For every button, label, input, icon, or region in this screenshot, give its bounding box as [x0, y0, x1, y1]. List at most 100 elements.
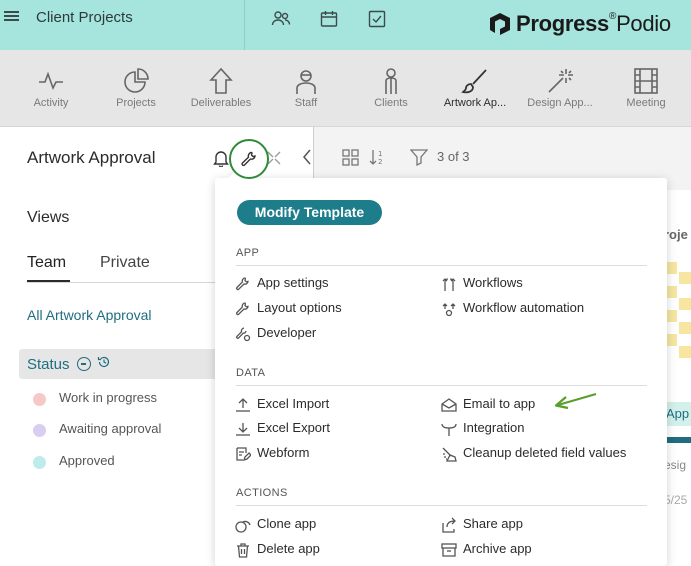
menu-item-label: Clone app	[257, 516, 317, 531]
app-settings-dropdown	[215, 178, 667, 566]
status-option-label: Awaiting approval	[59, 421, 162, 436]
export-icon	[236, 423, 250, 436]
app-label: Clients	[374, 97, 408, 109]
menu-item-label: Excel Import	[257, 396, 330, 411]
status-color-dot	[33, 456, 46, 469]
svg-text:2: 2	[378, 158, 382, 166]
webform-icon	[236, 447, 251, 462]
app-label: Design App...	[527, 97, 593, 109]
magic-wand-icon	[548, 69, 573, 93]
calendar-icon[interactable]	[319, 9, 339, 29]
menu-item-label: Workflow automation	[463, 300, 585, 315]
layout-grid-icon[interactable]	[342, 149, 360, 167]
archive-icon	[441, 543, 457, 557]
menu-item-label: Cleanup deleted field values	[463, 445, 627, 460]
menu-item-label: Excel Export	[257, 420, 330, 435]
developer-icon	[236, 327, 251, 342]
app-deliverables[interactable]: Deliverables	[186, 50, 256, 127]
collapse-minus-icon[interactable]	[77, 357, 91, 371]
menu-item-label: Delete app	[257, 541, 320, 556]
card-title-fragment: roje	[664, 227, 688, 242]
section-title-app: APP	[236, 247, 260, 259]
app-artwork-approval[interactable]: Artwork Ap...	[438, 50, 512, 127]
people-icon[interactable]	[271, 9, 291, 29]
app-settings-wrench-button[interactable]	[229, 139, 269, 179]
activity-icon	[39, 71, 63, 91]
card-app-badge: App	[664, 402, 691, 426]
wrench-icon	[236, 277, 249, 291]
app-projects[interactable]: Projects	[106, 50, 166, 127]
section-title-actions: ACTIONS	[236, 487, 288, 499]
history-icon[interactable]	[97, 355, 111, 369]
section-title-data: DATA	[236, 367, 266, 379]
app-activity[interactable]: Activity	[22, 50, 80, 127]
sort-icon[interactable]: 12	[369, 148, 387, 166]
menu-item-label: Share app	[463, 516, 523, 531]
status-option-label: Work in progress	[59, 390, 158, 405]
all-items-view-link[interactable]: All Artwork Approval	[27, 307, 152, 323]
app-design-approval[interactable]: Design App...	[522, 50, 598, 127]
top-bar: Client Projects Progress®Podio	[0, 0, 691, 50]
menu-item-label: Layout options	[257, 300, 342, 315]
logo-word-podio: Podio	[616, 11, 671, 36]
menu-item-label: Email to app	[463, 396, 536, 411]
menu-item-label: Integration	[463, 420, 525, 435]
paintbrush-icon	[461, 69, 487, 94]
workflows-icon	[442, 278, 456, 291]
person-icon	[296, 70, 316, 94]
hamburger-menu-icon[interactable]	[4, 9, 20, 25]
pie-chart-icon	[124, 68, 149, 93]
progress-logo-icon	[490, 13, 510, 35]
tab-private[interactable]: Private	[100, 254, 150, 272]
app-label: Projects	[116, 97, 156, 109]
bell-icon[interactable]	[213, 149, 229, 167]
workspace-switcher[interactable]: Client Projects	[0, 0, 245, 50]
filter-icon[interactable]	[410, 148, 428, 166]
menu-item-label: App settings	[257, 275, 329, 290]
annotation-arrow-icon	[554, 392, 597, 410]
status-option-awaiting-approval[interactable]: Awaiting approval	[33, 421, 233, 441]
cleanup-icon	[442, 447, 457, 462]
wrench-icon	[236, 302, 249, 316]
tasks-checkbox-icon[interactable]	[367, 9, 387, 29]
app-label: Artwork Ap...	[443, 97, 507, 109]
app-clients[interactable]: Clients	[365, 50, 417, 127]
menu-item-label: Webform	[257, 445, 310, 460]
section-divider	[236, 385, 647, 386]
wrench-icon	[241, 151, 256, 167]
status-option-approved[interactable]: Approved	[33, 453, 233, 473]
tab-team[interactable]: Team	[27, 254, 66, 272]
menu-item-label: Developer	[257, 325, 317, 340]
import-icon	[236, 398, 250, 412]
modify-template-button[interactable]: Modify Template	[237, 200, 382, 225]
integration-icon	[441, 423, 457, 436]
active-tab-indicator	[27, 280, 70, 282]
upload-arrow-icon	[209, 67, 233, 94]
app-label: Activity	[33, 97, 69, 109]
svg-text:1: 1	[378, 150, 382, 158]
logo-word-progress: Progress	[516, 11, 609, 36]
envelope-icon	[441, 398, 457, 412]
workspace-title[interactable]: Client Projects	[36, 9, 133, 26]
trash-icon	[237, 543, 249, 558]
automation-icon	[442, 303, 456, 317]
status-color-dot	[33, 424, 46, 437]
app-staff[interactable]: Staff	[280, 50, 332, 127]
progress-podio-logo: Progress®Podio	[488, 9, 671, 39]
section-divider	[236, 265, 647, 266]
status-option-work-in-progress[interactable]: Work in progress	[33, 390, 233, 410]
app-meeting[interactable]: Meeting	[620, 50, 672, 127]
page-title: Artwork Approval	[27, 148, 156, 167]
card-image-thumbnail	[665, 262, 691, 358]
views-heading: Views	[27, 209, 70, 226]
status-label: Status	[27, 356, 70, 373]
film-icon	[634, 68, 658, 94]
card-progress-bar	[664, 437, 691, 443]
client-icon	[385, 68, 397, 94]
app-label: Deliverables	[190, 97, 252, 109]
section-divider	[236, 505, 647, 506]
item-count: 3 of 3	[437, 149, 470, 164]
clone-icon	[235, 520, 251, 533]
status-option-label: Approved	[59, 453, 115, 468]
status-color-dot	[33, 393, 46, 406]
